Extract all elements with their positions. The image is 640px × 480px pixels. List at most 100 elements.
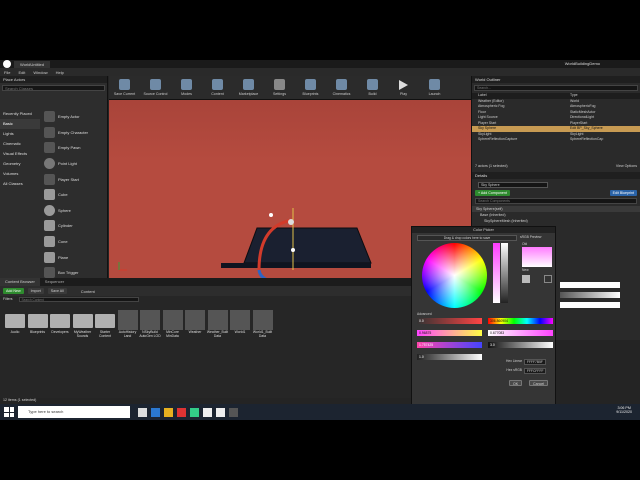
ok-button[interactable]: OK	[509, 380, 523, 386]
tab-sequencer[interactable]: Sequencer	[40, 278, 69, 286]
app-icon[interactable]	[177, 407, 186, 417]
color-swatch-bar[interactable]	[560, 282, 620, 288]
chrome-icon[interactable]	[190, 407, 199, 417]
player-start-gizmo[interactable]	[291, 248, 295, 252]
save-current-button[interactable]: Save Current	[109, 76, 140, 100]
color-wheel[interactable]	[422, 243, 487, 308]
file-explorer-icon[interactable]	[164, 407, 173, 417]
content-button[interactable]: Content	[202, 76, 233, 100]
import-button[interactable]: Import	[27, 288, 44, 294]
hue-field[interactable]: 306.860904	[488, 318, 553, 324]
asset-item[interactable]: World1_Built Data	[252, 310, 274, 338]
actor-item[interactable]: Sphere	[41, 203, 107, 219]
sky-sphere-gizmo[interactable]	[288, 219, 294, 225]
actor-item[interactable]: Point Light	[41, 156, 107, 172]
actor-item[interactable]: Player Start	[41, 171, 107, 187]
asset-item[interactable]: Weather_Built Data	[207, 310, 229, 338]
menu-file[interactable]: File	[4, 70, 10, 75]
epic-launcher-icon[interactable]	[216, 407, 225, 417]
view-options-button[interactable]: View Options	[616, 164, 637, 168]
actor-item[interactable]: Empty Actor	[41, 109, 107, 125]
folder-item[interactable]: Audio	[4, 310, 26, 334]
add-new-button[interactable]: Add New	[3, 288, 24, 294]
actor-item[interactable]: Cone	[41, 234, 107, 250]
alpha-field[interactable]: 1.0	[417, 354, 482, 360]
value-slider[interactable]	[501, 243, 508, 303]
blue-field[interactable]: 1.757425	[417, 342, 482, 348]
eyedropper-icon[interactable]	[522, 275, 530, 283]
edit-blueprint-button[interactable]: Edit Blueprint	[609, 190, 637, 196]
build-button[interactable]: Build	[357, 76, 388, 100]
color-swatch-bar[interactable]	[560, 292, 620, 298]
category-recently-placed[interactable]: Recently Placed	[0, 109, 40, 119]
windows-start-icon[interactable]	[4, 407, 14, 417]
launch-button[interactable]: Launch	[419, 76, 450, 100]
actor-item[interactable]: Plane	[41, 249, 107, 265]
add-component-button[interactable]: + Add Component	[475, 190, 510, 196]
category-lights[interactable]: Lights	[0, 129, 40, 139]
category-all-classes[interactable]: All Classes	[0, 179, 40, 189]
hex-srgb-input[interactable]: FFFCFFFF	[524, 368, 547, 374]
red-field[interactable]: 0.0	[417, 318, 482, 324]
blueprints-button[interactable]: Blueprints	[295, 76, 326, 100]
play-button[interactable]: Play	[388, 76, 419, 100]
tab-content-browser[interactable]: Content Browser	[0, 278, 40, 286]
details-title: Details	[472, 172, 640, 179]
asset-item[interactable]: Weather	[184, 310, 206, 334]
component-search[interactable]: Search Components	[475, 198, 637, 204]
folder-item[interactable]: Developers	[49, 310, 71, 334]
path-root[interactable]: Content	[81, 289, 95, 294]
folder-item[interactable]: Starter Content	[94, 310, 116, 338]
value-field[interactable]: 3.0	[488, 342, 553, 348]
saturation-slider[interactable]	[493, 243, 500, 303]
menu-edit[interactable]: Edit	[18, 70, 25, 75]
asset-item[interactable]: MinCore MinData	[162, 310, 184, 338]
actor-item[interactable]: Empty Character	[41, 125, 107, 141]
category-basic[interactable]: Basic	[0, 119, 40, 129]
actor-item[interactable]: Cylinder	[41, 218, 107, 234]
category-geometry[interactable]: Geometry	[0, 159, 40, 169]
light-source-gizmo[interactable]	[269, 213, 273, 217]
asset-item[interactable]: AutoHistory Land	[117, 310, 139, 338]
asset-thumbnail-icon	[117, 310, 138, 330]
category-cinematic[interactable]: Cinematic	[0, 139, 40, 149]
modes-button[interactable]: Modes	[171, 76, 202, 100]
srgb-preview-checkbox[interactable]: sRGB Preview	[520, 235, 541, 239]
marketplace-button[interactable]: Marketplace	[233, 76, 264, 100]
outliner-search[interactable]: Search...	[474, 85, 638, 91]
content-search[interactable]: Search Content	[18, 296, 139, 302]
cancel-button[interactable]: Cancel	[529, 380, 549, 386]
filters-button[interactable]: Filters	[3, 297, 13, 301]
saturation-field[interactable]: 0.677083	[488, 330, 553, 336]
folder-item[interactable]: Blueprints	[27, 310, 49, 334]
level-tab[interactable]: WorldUntitled	[14, 60, 50, 68]
component-child[interactable]: SkySphereMesh (Inherited)	[472, 218, 640, 224]
actor-item[interactable]: Cube	[41, 187, 107, 203]
category-visual-effects[interactable]: Visual Effects	[0, 149, 40, 159]
asset-item[interactable]: NSkyBuild AutoGen LOD	[139, 310, 161, 338]
hex-linear-input[interactable]: FFFF7B5F	[524, 359, 546, 365]
folder-item[interactable]: MyWeather Sounds	[72, 310, 94, 338]
actor-name-field[interactable]: Sky Sphere	[478, 182, 548, 188]
menu-help[interactable]: Help	[56, 70, 64, 75]
green-field[interactable]: 0.96875	[417, 330, 482, 336]
unreal-icon[interactable]	[203, 407, 212, 417]
menu-window[interactable]: Window	[33, 70, 47, 75]
edge-icon[interactable]	[151, 407, 160, 417]
save-all-button[interactable]: Save All	[47, 288, 67, 294]
settings-button[interactable]: Settings	[264, 76, 295, 100]
saved-colors-dropzone[interactable]: Drag & drop colors here to save	[417, 235, 517, 241]
app-icon[interactable]	[229, 407, 238, 417]
asset-item[interactable]: World1	[229, 310, 251, 334]
advanced-toggle[interactable]: Advanced	[417, 312, 432, 316]
task-view-icon[interactable]	[138, 407, 147, 417]
color-swatch-bar[interactable]	[560, 302, 620, 308]
category-volumes[interactable]: Volumes	[0, 169, 40, 179]
actor-item[interactable]: Empty Pawn	[41, 140, 107, 156]
source-control-button[interactable]: Source Control	[140, 76, 171, 100]
pick-color-icon[interactable]	[544, 275, 552, 283]
outliner-row[interactable]: SphereReflectionCapture SphereReflectionC…	[472, 137, 640, 143]
cinematics-button[interactable]: Cinematics	[326, 76, 357, 100]
taskbar-search-input[interactable]: Type here to search	[18, 406, 130, 418]
class-search-input[interactable]: Search Classes	[2, 85, 105, 91]
